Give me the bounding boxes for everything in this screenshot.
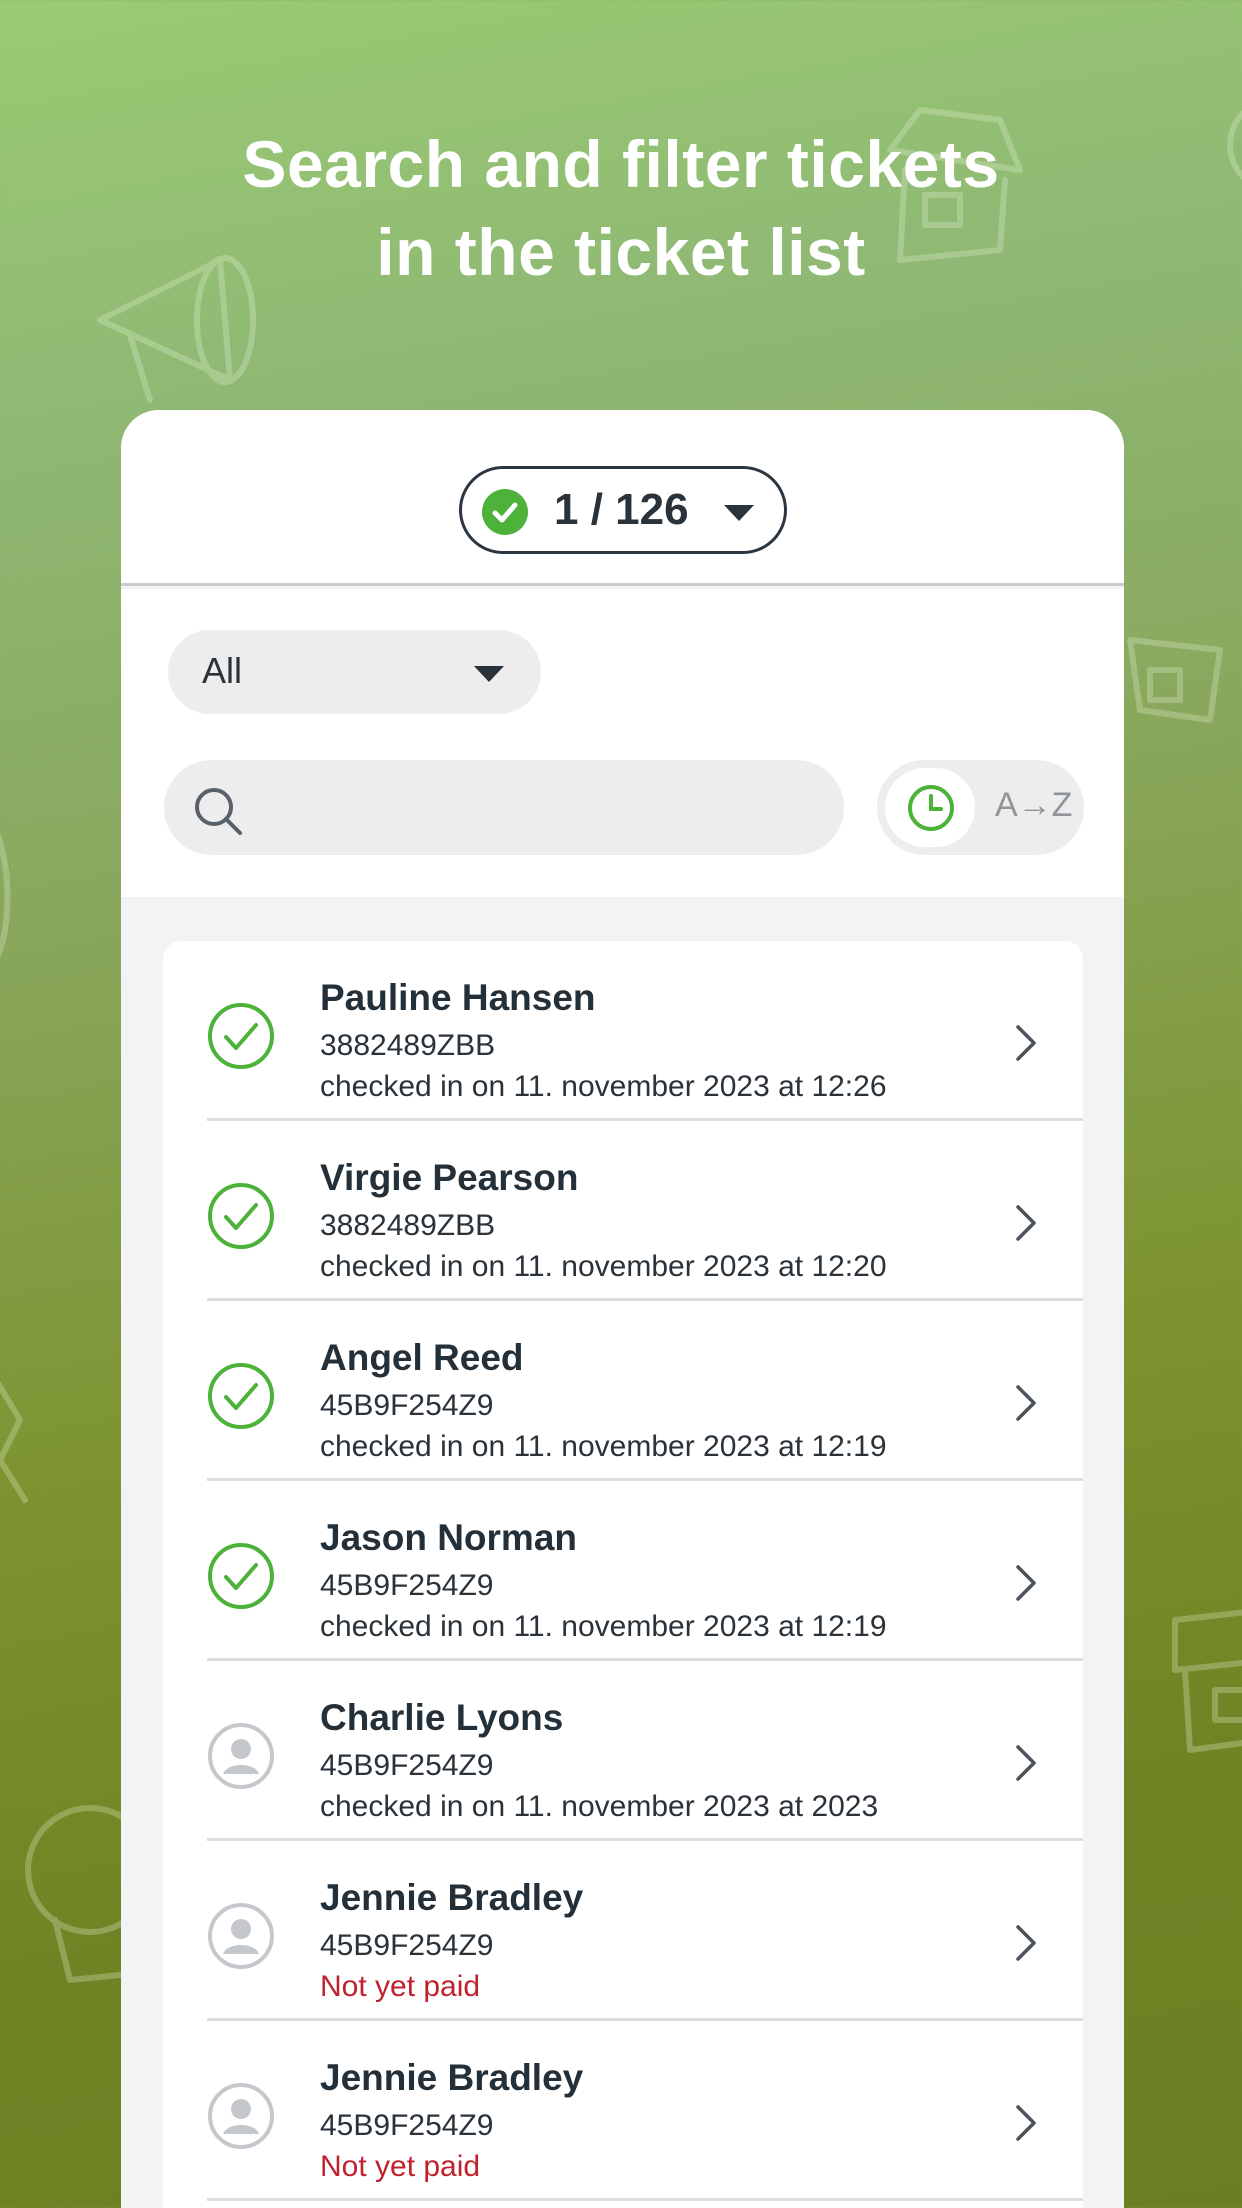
check-circle-icon: [207, 1542, 275, 1610]
ticket-code: 3882489ZBB: [320, 1029, 496, 1062]
filter-section: All A→Z: [121, 589, 1124, 897]
check-circle-icon: [207, 1002, 275, 1070]
hand-icon-left: [0, 780, 50, 1005]
ticket-list: Pauline Hansen 3882489ZBB checked in on …: [163, 941, 1083, 2208]
headline: Search and filter tickets in the ticket …: [0, 120, 1242, 296]
headline-line-2: in the ticket list: [376, 215, 866, 289]
ticket-status-text: checked in on 11. november 2023 at 2023: [320, 1790, 879, 1823]
chevron-right-icon: [1016, 2105, 1036, 2141]
ticket-status-text: checked in on 11. november 2023 at 12:26: [320, 1070, 887, 1103]
chevron-right-icon: [1016, 1565, 1036, 1601]
checkin-counter-dropdown[interactable]: 1 / 126: [459, 466, 787, 554]
ticket-row[interactable]: Angel Reed 45B9F254Z9 checked in on 11. …: [163, 1301, 1083, 1481]
chevron-right-icon: [1016, 1745, 1036, 1781]
ticket-code: 45B9F254Z9: [320, 2109, 494, 2142]
sort-toggle[interactable]: A→Z: [877, 760, 1084, 855]
chevron-right-icon: [1016, 1025, 1036, 1061]
ticket-row[interactable]: Jennie Bradley 45B9F254Z9 Not yet paid: [163, 1841, 1083, 2021]
ticket-holder-name: Angel Reed: [320, 1337, 524, 1378]
sort-by-time-button[interactable]: [885, 768, 975, 847]
ticket-code: 45B9F254Z9: [320, 1929, 494, 1962]
person-icon: [207, 1902, 275, 1970]
caret-down-icon: [474, 666, 504, 682]
ticket-row[interactable]: Virgie Pearson 3882489ZBB checked in on …: [163, 1121, 1083, 1301]
filter-select-value: All: [202, 650, 243, 691]
ticket-code: 45B9F254Z9: [320, 1569, 494, 1602]
ticket-holder-name: Virgie Pearson: [320, 1157, 579, 1198]
ticket-holder-name: Jennie Bradley: [320, 1877, 584, 1918]
person-icon: [207, 2082, 275, 2150]
ticket-code: 45B9F254Z9: [320, 1749, 494, 1782]
ticket-row[interactable]: Charlie Lyons 45B9F254Z9 checked in on 1…: [163, 1661, 1083, 1841]
check-circle-icon: [207, 1182, 275, 1250]
ticket-holder-name: Charlie Lyons: [320, 1697, 564, 1738]
search-field[interactable]: [164, 760, 844, 855]
ticket-row[interactable]: Jennie Bradley 45B9F254Z9 Not yet paid: [163, 2021, 1083, 2201]
shop-icon-bottom-right: [1155, 1600, 1242, 1775]
checkin-counter-text: 1 / 126: [554, 485, 689, 534]
shop-icon-right: [1110, 600, 1242, 785]
ticket-status-text: checked in on 11. november 2023 at 12:19: [320, 1610, 887, 1643]
check-circle-icon: [482, 489, 528, 535]
check-circle-icon: [207, 1362, 275, 1430]
caret-down-icon: [724, 505, 754, 521]
chevron-right-icon: [1016, 1385, 1036, 1421]
chevron-right-icon: [1016, 1925, 1036, 1961]
row-divider: [207, 2198, 1083, 2201]
ticket-code: 3882489ZBB: [320, 1209, 496, 1242]
ticket-status-text: checked in on 11. november 2023 at 12:19: [320, 1430, 887, 1463]
clock-icon: [908, 785, 954, 831]
ticket-status-text: Not yet paid: [320, 2150, 481, 2183]
filter-select[interactable]: All: [168, 630, 541, 714]
headline-line-1: Search and filter tickets: [242, 127, 1000, 201]
ticket-holder-name: Jennie Bradley: [320, 2057, 584, 2098]
ticket-code: 45B9F254Z9: [320, 1389, 494, 1422]
chevron-right-icon: [1016, 1205, 1036, 1241]
list-background: Pauline Hansen 3882489ZBB checked in on …: [121, 897, 1124, 2208]
ticket-row[interactable]: Pauline Hansen 3882489ZBB checked in on …: [163, 941, 1083, 1121]
sort-alphabetical-button[interactable]: A→Z: [995, 786, 1072, 825]
flag-icon-left: [0, 1360, 40, 1515]
person-icon: [207, 1722, 275, 1790]
ticket-status-text: checked in on 11. november 2023 at 12:20: [320, 1250, 887, 1283]
ticket-holder-name: Pauline Hansen: [320, 977, 596, 1018]
top-bar: 1 / 126: [121, 410, 1124, 586]
search-input[interactable]: [264, 778, 824, 838]
ticket-holder-name: Jason Norman: [320, 1517, 578, 1558]
search-icon: [195, 788, 242, 835]
ticket-row[interactable]: Jason Norman 45B9F254Z9 checked in on 11…: [163, 1481, 1083, 1661]
ticket-status-text: Not yet paid: [320, 1970, 481, 2003]
